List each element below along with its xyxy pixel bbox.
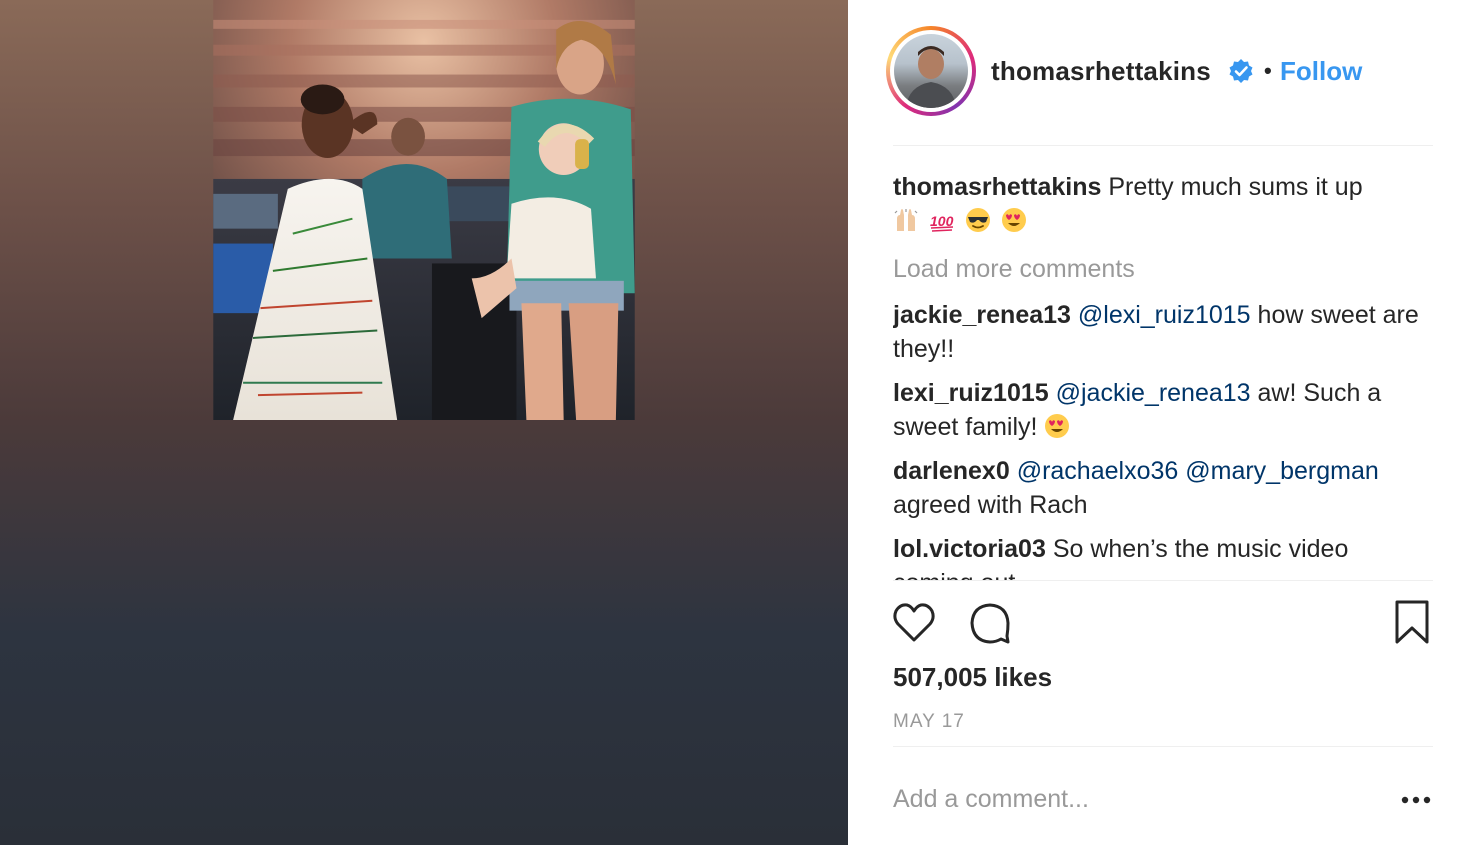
post-actions [893, 600, 1433, 646]
header-separator: • [1264, 58, 1272, 83]
more-options-icon[interactable] [1396, 786, 1436, 814]
instagram-post: thomasrhettakins • Follow thomasrhettaki… [0, 0, 1480, 845]
comment-item: jackie_renea13 @lexi_ruiz1015 how sweet … [893, 298, 1433, 366]
raised-hands-icon [894, 209, 918, 231]
avatar[interactable] [886, 26, 976, 116]
heart-eyes-face-icon [1002, 208, 1026, 232]
caption-text: Pretty much sums it up [1108, 173, 1363, 201]
concert-crowd-background [213, 0, 635, 420]
comment-mention[interactable]: @mary_bergman [1185, 457, 1379, 485]
verified-badge-icon [1229, 59, 1253, 83]
heart-eyes-face-icon [1045, 414, 1070, 438]
post-header: thomasrhettakins • Follow [848, 0, 1480, 144]
comment-item: lexi_ruiz1015 @jackie_renea13 aw! Such a… [893, 376, 1433, 444]
comments-divider [893, 580, 1433, 581]
caption-username[interactable]: thomasrhettakins [893, 173, 1101, 201]
post-photo[interactable] [0, 0, 848, 845]
heart-outline-icon[interactable] [891, 600, 937, 646]
comment-username[interactable]: darlenex0 [893, 457, 1010, 485]
footer-divider [893, 746, 1433, 747]
comment-mention[interactable]: @rachaelxo36 [1017, 457, 1179, 485]
post-date[interactable]: MAY 17 [893, 711, 965, 733]
post-side-panel: thomasrhettakins • Follow thomasrhettaki… [848, 0, 1480, 845]
avatar-portrait [906, 46, 956, 108]
avatar-image [894, 34, 968, 108]
comment-mention[interactable]: @lexi_ruiz1015 [1078, 301, 1251, 329]
follow-button[interactable]: Follow [1280, 56, 1362, 87]
comment-text: agreed with Rach [893, 491, 1088, 519]
load-more-comments-link[interactable]: Load more comments [893, 252, 1433, 286]
comment-username[interactable]: jackie_renea13 [893, 301, 1071, 329]
comments-section[interactable]: thomasrhettakins Pretty much sums it up … [893, 170, 1433, 580]
comment-item: darlenex0 @rachaelxo36 @mary_bergman agr… [893, 454, 1433, 522]
header-divider [893, 145, 1433, 146]
likes-count[interactable]: 507,005 likes [893, 662, 1052, 693]
comment-item: lol.victoria03 So when’s the music video… [893, 532, 1433, 580]
comment-username[interactable]: lexi_ruiz1015 [893, 379, 1049, 407]
comment-mention[interactable]: @jackie_renea13 [1056, 379, 1251, 407]
caption: thomasrhettakins Pretty much sums it up … [893, 170, 1433, 238]
hundred-points-icon: 100 [930, 213, 954, 232]
sunglasses-face-icon [966, 208, 990, 232]
bookmark-icon[interactable] [1389, 600, 1435, 646]
comment-username[interactable]: lol.victoria03 [893, 535, 1046, 563]
author-username[interactable]: thomasrhettakins [991, 56, 1211, 87]
comment-bubble-icon[interactable] [967, 600, 1013, 646]
add-comment-input[interactable] [893, 782, 1373, 816]
